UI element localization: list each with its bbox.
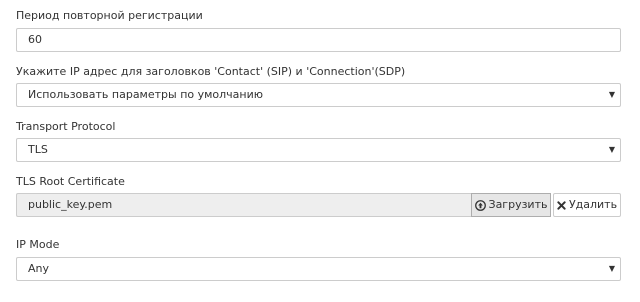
transport-protocol-selected-value: TLS xyxy=(28,143,48,156)
ip-mode-label: IP Mode xyxy=(16,238,60,251)
tls-root-certificate-label: TLS Root Certificate xyxy=(16,175,125,188)
transport-protocol-select[interactable]: TLS ▼ xyxy=(16,138,621,162)
ip-address-label: Укажите IP адрес для заголовков 'Contact… xyxy=(16,65,406,78)
close-icon xyxy=(557,200,566,210)
ip-mode-selected-value: Any xyxy=(28,262,50,275)
delete-button[interactable]: Удалить xyxy=(553,193,621,217)
ip-address-selected-value: Использовать параметры по умолчанию xyxy=(28,88,264,101)
caret-down-icon: ▼ xyxy=(608,90,615,99)
upload-circle-icon xyxy=(474,199,486,211)
transport-protocol-label: Transport Protocol xyxy=(16,120,116,133)
delete-button-label: Удалить xyxy=(568,198,618,211)
retry-period-input[interactable]: 60 xyxy=(16,28,621,52)
ip-address-select[interactable]: Использовать параметры по умолчанию ▼ xyxy=(16,83,621,107)
upload-button[interactable]: Загрузить xyxy=(471,193,551,217)
retry-period-label: Период повторной регистрации xyxy=(16,9,203,22)
tls-certificate-filename: public_key.pem xyxy=(16,193,472,217)
ip-mode-select[interactable]: Any ▼ xyxy=(16,257,621,281)
caret-down-icon: ▼ xyxy=(608,145,615,154)
upload-button-label: Загрузить xyxy=(488,198,548,211)
caret-down-icon: ▼ xyxy=(608,264,615,273)
